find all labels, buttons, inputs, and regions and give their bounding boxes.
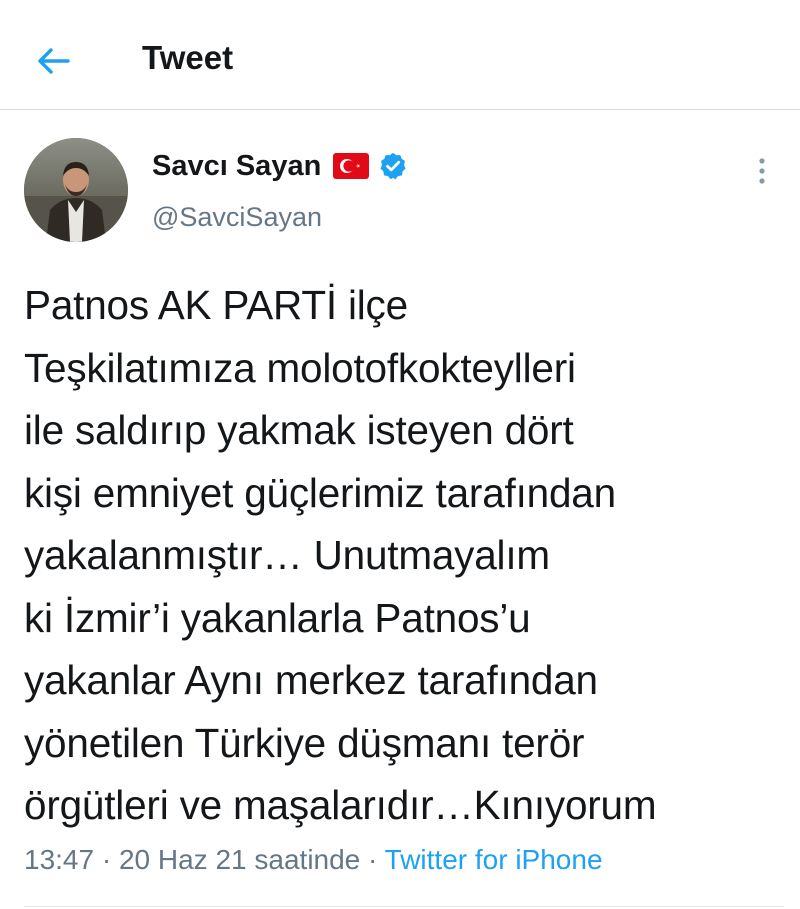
arrow-left-icon (38, 48, 70, 74)
author-handle[interactable]: @SavciSayan (152, 200, 322, 234)
author-name-row: Savcı Sayan (152, 146, 408, 186)
tweet-date: 20 Haz 21 saatinde (118, 844, 361, 875)
tweet-meta: 13:47 · 20 Haz 21 saatinde · Twitter for… (24, 842, 603, 878)
page-title: Tweet (142, 39, 234, 76)
avatar-photo (24, 138, 128, 242)
tweet-source-link[interactable]: Twitter for iPhone (385, 844, 603, 875)
divider (24, 906, 784, 907)
meta-separator: · (360, 844, 385, 875)
tweet-text: Patnos AK PARTİ ilçe Teşkilatımıza molot… (24, 282, 657, 828)
tweet-card: Savcı Sayan @SavciSayan Patnos AK PARTİ … (0, 110, 800, 909)
meta-separator: · (94, 844, 119, 875)
avatar[interactable] (24, 138, 128, 242)
more-vertical-icon (759, 158, 765, 184)
turkey-flag-icon (333, 153, 370, 179)
top-bar: Tweet (0, 0, 800, 110)
author-display-name[interactable]: Savcı Sayan (152, 148, 321, 184)
verified-badge-icon (378, 151, 408, 181)
more-options-button[interactable] (744, 148, 780, 194)
back-button[interactable] (30, 38, 76, 84)
tweet-time: 13:47 (24, 844, 95, 875)
